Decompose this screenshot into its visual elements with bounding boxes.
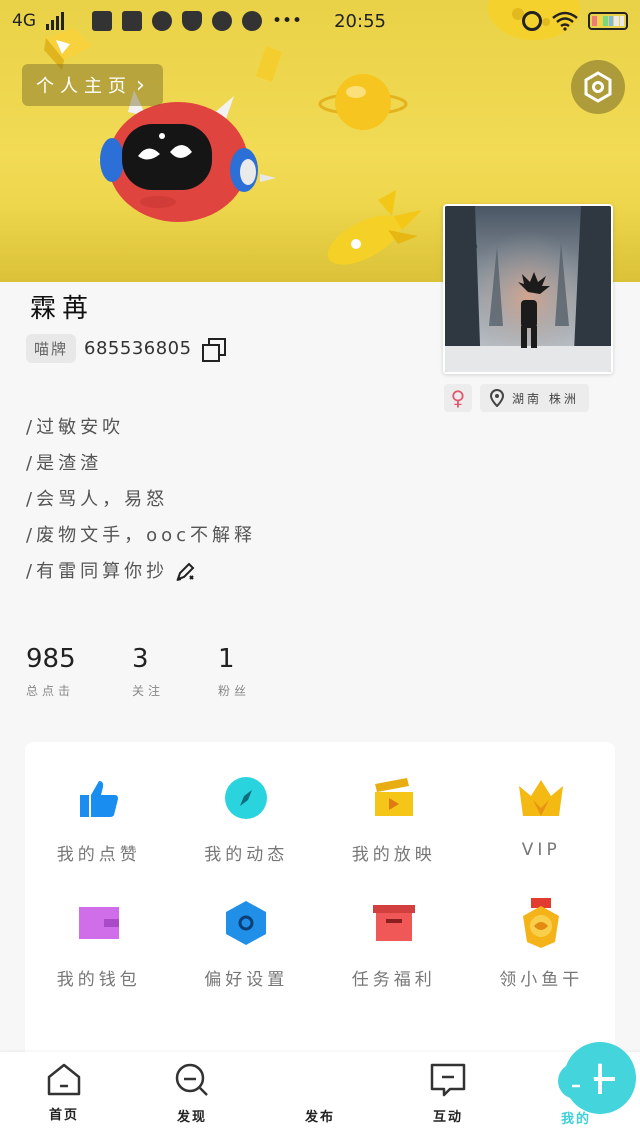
gift-box-icon: [370, 899, 418, 947]
network-type: 4G: [12, 11, 36, 31]
user-id-row: 喵牌 685536805: [26, 334, 226, 363]
avatar[interactable]: [443, 204, 613, 374]
edit-pencil-icon[interactable]: [174, 561, 196, 583]
user-name: 霖苒: [30, 294, 95, 324]
menu-vip[interactable]: VIP: [468, 774, 616, 865]
menu-my-posts[interactable]: 我的动态: [173, 774, 321, 865]
thumbs-up-icon: [75, 774, 123, 822]
menu-label: 我的点赞: [56, 845, 141, 865]
nav-interact[interactable]: 互动: [408, 1062, 488, 1125]
user-id-number: 685536805: [84, 338, 192, 359]
menu-label: 偏好设置: [204, 970, 289, 990]
rocket-decoration: [327, 190, 422, 265]
menu-task-rewards[interactable]: 任务福利: [320, 899, 468, 990]
stat-value: 1: [218, 644, 235, 674]
battery-icon: [588, 12, 628, 30]
home-icon: [47, 1063, 81, 1096]
id-tag: 喵牌: [26, 334, 77, 363]
stat-label: 粉丝: [218, 684, 251, 698]
menu-my-likes[interactable]: 我的点赞: [25, 774, 173, 865]
status-bar: 4G ••• 20:55: [0, 0, 640, 42]
menu-label: 我的钱包: [56, 970, 141, 990]
bio-line: /会骂人，易怒: [26, 482, 256, 518]
bottom-navigation: 首页 发现 + 发布 互动 我的: [0, 1042, 640, 1138]
menu-preferences[interactable]: 偏好设置: [173, 899, 321, 990]
feature-menu-card: 我的点赞 我的动态 我的放映 VIP 我的钱包 偏好设置 任务福利 领小鱼干: [25, 742, 615, 1062]
stat-value: 985: [26, 644, 76, 674]
bar-decoration: [256, 46, 282, 82]
user-bio: /过敏安吹 /是渣渣 /会骂人，易怒 /废物文手，ooc不解释 /有雷同算你抄: [26, 410, 256, 590]
menu-collect-dried-fish[interactable]: 领小鱼干: [468, 898, 616, 990]
nav-label: 发布: [304, 1110, 335, 1125]
nav-label: 我的: [560, 1112, 591, 1127]
clapper-icon: [370, 774, 418, 822]
menu-label: 领小鱼干: [499, 970, 584, 990]
nav-discover[interactable]: 发现: [152, 1062, 232, 1125]
chevron-right-icon: ›: [136, 72, 145, 98]
hexagon-gear-icon: [222, 899, 270, 947]
search-icon: [175, 1063, 208, 1096]
menu-label: 任务福利: [351, 970, 436, 990]
menu-label: 我的动态: [204, 845, 289, 865]
notification-bag-icon-2: [122, 11, 142, 31]
bio-line-text: /有雷同算你抄: [26, 561, 169, 582]
nav-label: 发现: [176, 1110, 207, 1125]
profile-icon: [558, 1063, 594, 1099]
hexagon-settings-icon: [584, 71, 612, 103]
stat-total-clicks[interactable]: 985 总点击: [26, 644, 132, 699]
compass-icon: [222, 774, 270, 822]
location-badge: 湖南 株洲: [480, 384, 589, 412]
stat-followers[interactable]: 1 粉丝: [218, 644, 324, 699]
copy-icon[interactable]: [201, 337, 226, 362]
bio-line-text: /过敏安吹: [26, 417, 125, 438]
menu-my-screenings[interactable]: 我的放映: [320, 774, 468, 865]
bio-line-text: /是渣渣: [26, 453, 103, 474]
bio-line-text: /会骂人，易怒: [26, 489, 169, 510]
nav-label: 互动: [432, 1110, 463, 1125]
bio-line: /有雷同算你抄: [26, 554, 256, 590]
location-text: 湖南 株洲: [512, 391, 579, 406]
bio-line: /废物文手，ooc不解释: [26, 518, 256, 554]
nav-mine[interactable]: 我的: [536, 1062, 616, 1127]
settings-button[interactable]: [571, 60, 625, 114]
menu-label: 我的放映: [351, 845, 436, 865]
location-pin-icon: [490, 389, 504, 407]
profile-badges: ♀ 湖南 株洲: [444, 384, 589, 412]
personal-homepage-label: 个人主页: [36, 76, 132, 97]
notification-bag-icon: [92, 11, 112, 31]
clock-time: 20:55: [334, 10, 386, 32]
play-notification-icon: [152, 11, 172, 31]
nav-publish[interactable]: + 发布: [280, 1042, 636, 1125]
stat-value: 3: [132, 644, 149, 674]
more-notifications-icon: •••: [272, 11, 303, 31]
nav-home[interactable]: 首页: [24, 1062, 104, 1123]
wallet-icon: [75, 899, 123, 947]
shield-icon: [182, 11, 202, 31]
personal-homepage-button[interactable]: 个人主页 ›: [22, 64, 163, 106]
stat-label: 关注: [132, 684, 165, 698]
planet-decoration: [318, 74, 408, 130]
menu-label: VIP: [521, 840, 561, 860]
nav-label: 首页: [48, 1108, 79, 1123]
gender-female-icon: ♀: [444, 384, 472, 412]
wifi-icon: [552, 11, 578, 31]
app-notification-icon: [212, 11, 232, 31]
crown-icon: [517, 774, 565, 822]
alarm-icon: [522, 11, 542, 31]
bio-line: /过敏安吹: [26, 410, 256, 446]
palette-icon: [242, 11, 262, 31]
medal-icon: [517, 898, 565, 948]
stat-label: 总点击: [26, 684, 75, 698]
stat-following[interactable]: 3 关注: [132, 644, 218, 699]
mascot-robot-icon: [98, 90, 276, 222]
bio-line-text: /废物文手，ooc不解释: [26, 525, 256, 546]
chat-icon: [430, 1063, 466, 1097]
profile-stats: 985 总点击 3 关注 1 粉丝: [26, 644, 324, 699]
bio-line: /是渣渣: [26, 446, 256, 482]
menu-my-wallet[interactable]: 我的钱包: [25, 899, 173, 990]
avatar-image: [445, 206, 611, 372]
signal-icon: [46, 12, 64, 30]
